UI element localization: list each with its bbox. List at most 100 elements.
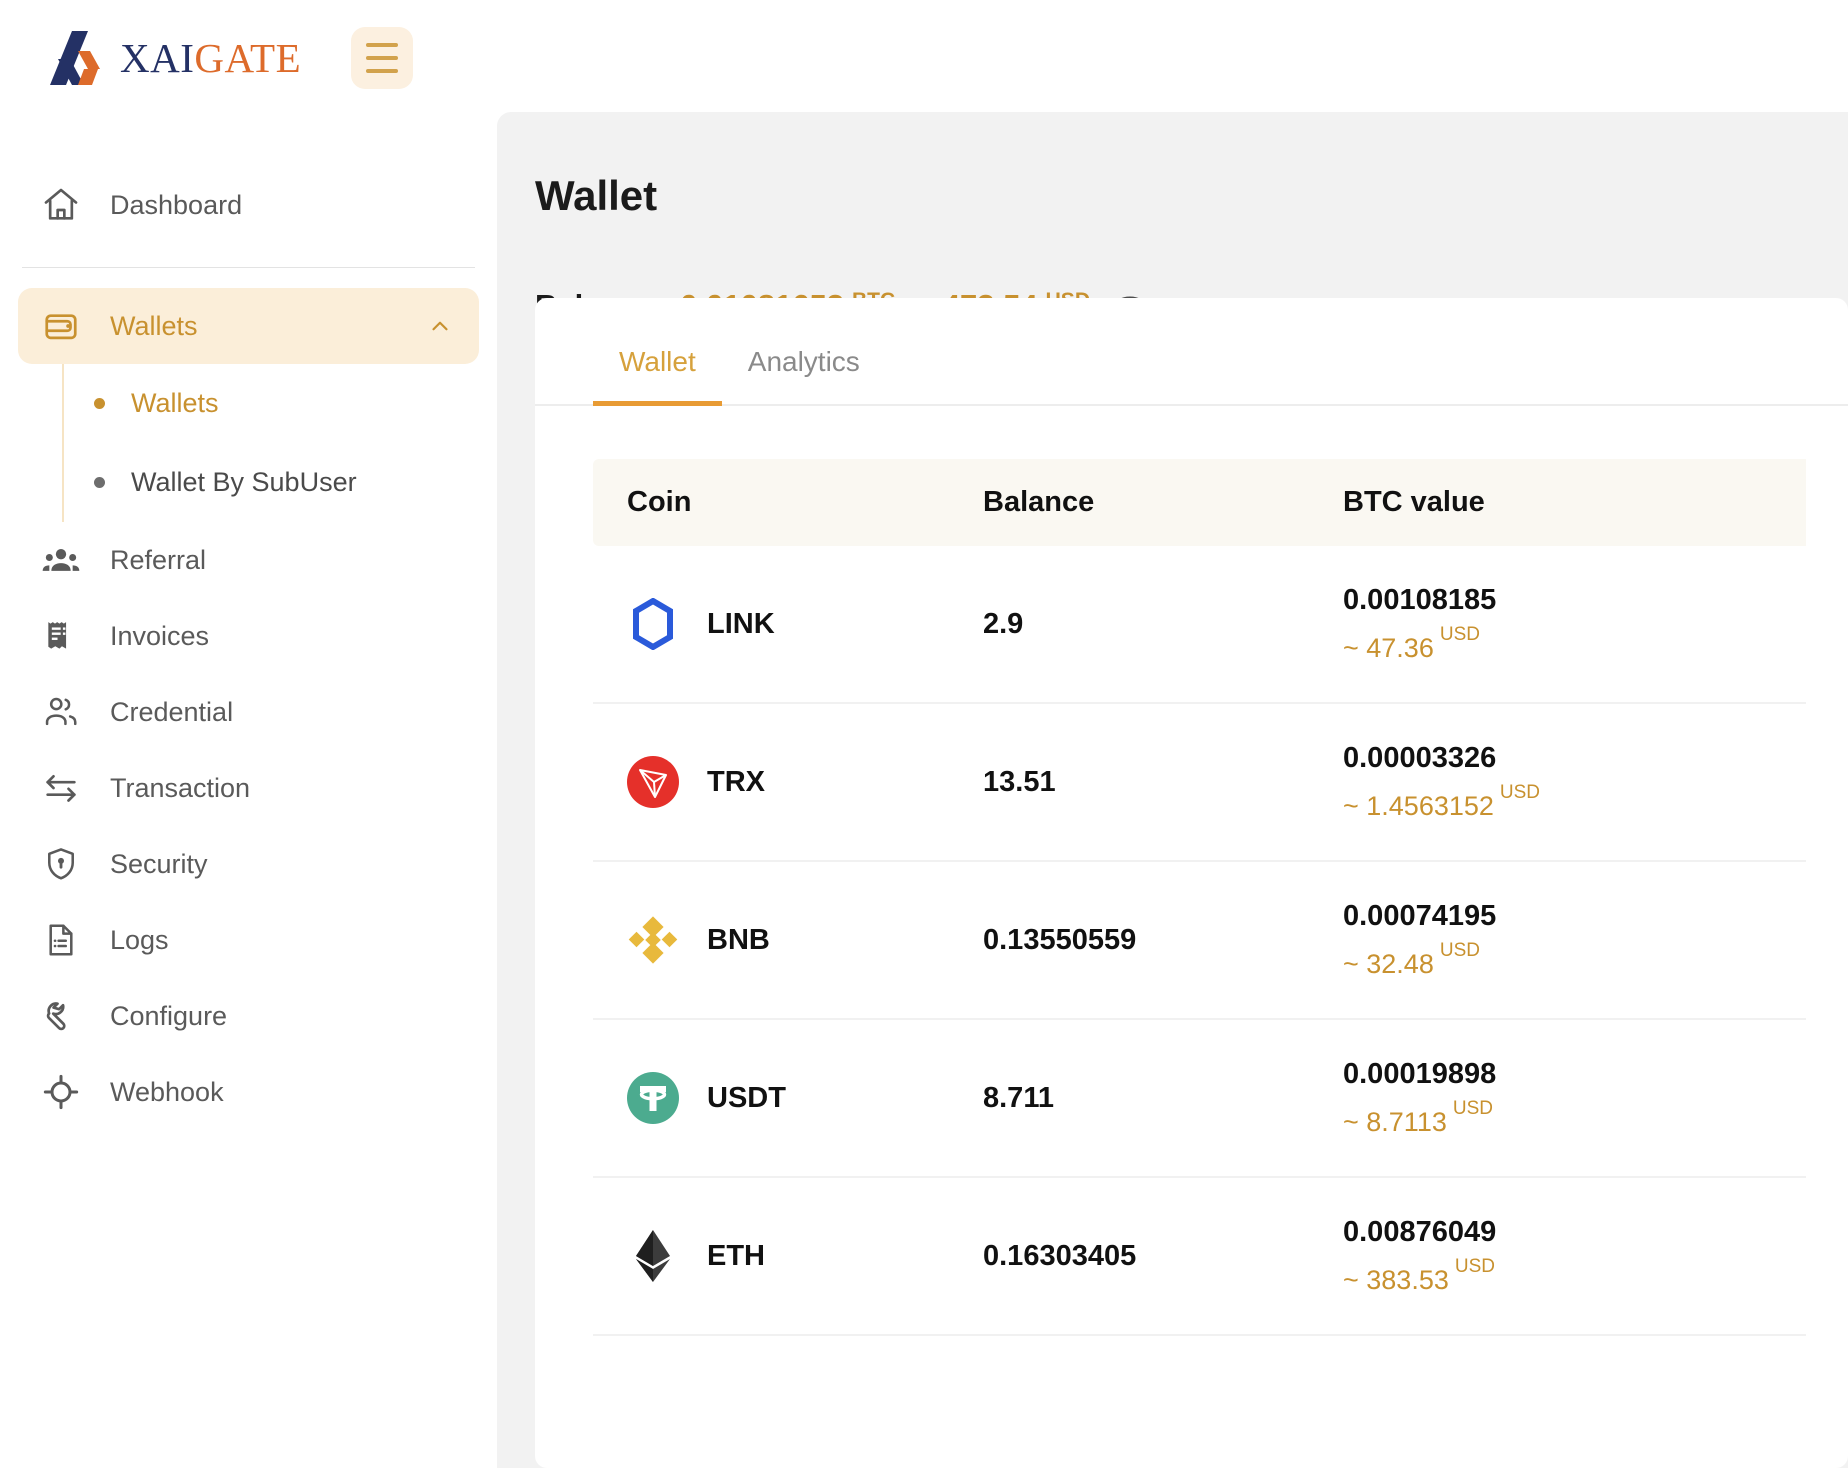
sidebar-item-label: Transaction <box>110 772 251 803</box>
column-header-coin: Coin <box>593 459 983 546</box>
coin-btc-value: 0.00876049 <box>1343 1216 1497 1248</box>
sidebar-subitem-label: Wallet By SubUser <box>131 467 357 497</box>
brand-name: XAIGATE <box>120 34 301 82</box>
coin-usd-unit: USD <box>1454 1256 1495 1277</box>
home-icon <box>40 184 82 226</box>
users-outline-icon <box>40 691 82 733</box>
coin-usd-unit: USD <box>1499 782 1541 803</box>
sidebar-item-dashboard[interactable]: Dashboard <box>18 167 479 243</box>
sidebar-item-label: Dashboard <box>110 189 243 220</box>
coin-btc-value: 0.00019898 <box>1343 1058 1497 1090</box>
coin-cell: BNB <box>593 914 983 966</box>
table-head: Coin Balance BTC value <box>593 459 1806 546</box>
sidebar-item-webhook[interactable]: Webhook <box>18 1054 479 1130</box>
bullet-icon <box>94 398 105 409</box>
sidebar-nav: Dashboard Wallets Wallets Wallet By SubU… <box>0 167 497 1130</box>
tab-analytics[interactable]: Analytics <box>722 346 886 404</box>
document-lines-icon <box>40 919 82 961</box>
wallet-card: Wallet Analytics Coin Balance BTC value <box>535 298 1848 1468</box>
column-header-balance: Balance <box>983 459 1343 546</box>
coin-usd-value: ~ 8.7113 USD <box>1343 1098 1806 1138</box>
coin-balance: 0.16303405 <box>983 1239 1137 1272</box>
chevron-up-icon[interactable] <box>427 313 453 339</box>
brand-logo[interactable]: XAIGATE <box>48 29 301 87</box>
hamburger-menu-icon[interactable] <box>351 26 414 89</box>
sidebar-item-label: Credential <box>110 696 234 727</box>
coin-btc-value: 0.00003326 <box>1343 742 1497 774</box>
app-root: XAIGATE Dashboard Wallets Wallets Wallet… <box>0 0 1848 1468</box>
sidebar-item-label: Webhook <box>110 1076 224 1107</box>
bullet-icon <box>94 477 105 488</box>
receipt-icon <box>40 615 82 657</box>
bnb-coin-icon <box>627 914 679 966</box>
column-header-btc-value: BTC value <box>1343 459 1806 546</box>
table-row[interactable]: TRX 13.51 0.00003326 ~ 1.4563152 USD <box>593 703 1806 862</box>
coin-usd-unit: USD <box>1452 1098 1493 1119</box>
coin-usd-unit: USD <box>1439 624 1480 645</box>
trx-coin-icon <box>627 756 679 808</box>
wallet-icon <box>40 305 82 347</box>
sidebar-item-label: Security <box>110 848 208 879</box>
table-row[interactable]: ETH 0.16303405 0.00876049 ~ 383.53 USD <box>593 1177 1806 1336</box>
coin-symbol: USDT <box>707 1081 786 1114</box>
sidebar-item-referral[interactable]: Referral <box>18 522 479 598</box>
sidebar-item-invoices[interactable]: Invoices <box>18 598 479 674</box>
sidebar-item-label: Invoices <box>110 620 210 651</box>
coin-symbol: TRX <box>707 765 765 798</box>
coin-balance: 13.51 <box>983 765 1056 798</box>
table-row[interactable]: USDT 8.711 0.00019898 ~ 8.7113 USD <box>593 1019 1806 1178</box>
table-body: LINK 2.9 0.00108185 ~ 47.36 USD TRX 13.5… <box>593 546 1806 1336</box>
sidebar-item-logs[interactable]: Logs <box>18 902 479 978</box>
coin-symbol: LINK <box>707 607 775 640</box>
people-icon <box>40 539 82 581</box>
sidebar-subitem-wallets[interactable]: Wallets <box>64 364 479 443</box>
coin-usd-amount: ~ 32.48 <box>1343 949 1434 979</box>
sidebar-item-label: Logs <box>110 924 169 955</box>
table-row[interactable]: LINK 2.9 0.00108185 ~ 47.36 USD <box>593 546 1806 704</box>
brand-name-gate: GATE <box>194 34 302 81</box>
sidebar-item-security[interactable]: Security <box>18 826 479 902</box>
wallet-tabs: Wallet Analytics <box>535 298 1848 406</box>
sidebar-item-configure[interactable]: Configure <box>18 978 479 1054</box>
sidebar-item-transaction[interactable]: Transaction <box>18 750 479 826</box>
coin-cell: LINK <box>593 598 983 650</box>
coin-cell: TRX <box>593 756 983 808</box>
sidebar-item-label: Configure <box>110 1000 228 1031</box>
coin-usd-value: ~ 47.36 USD <box>1343 624 1806 664</box>
crosshair-icon <box>40 1071 82 1113</box>
table-header-row: Coin Balance BTC value <box>593 459 1806 546</box>
brand-row: XAIGATE <box>0 0 497 115</box>
coin-symbol: BNB <box>707 923 770 956</box>
coin-usd-value: ~ 383.53 USD <box>1343 1256 1806 1296</box>
transfer-arrows-icon <box>40 767 82 809</box>
sidebar-item-label: Referral <box>110 544 207 575</box>
coin-symbol: ETH <box>707 1239 765 1272</box>
table-row[interactable]: BNB 0.13550559 0.00074195 ~ 32.48 USD <box>593 861 1806 1020</box>
sidebar-item-credential[interactable]: Credential <box>18 674 479 750</box>
sidebar-subnav-wallets: Wallets Wallet By SubUser <box>62 364 479 522</box>
brand-name-xai: XAI <box>120 34 195 81</box>
wallet-table: Coin Balance BTC value LINK 2.9 0.001081… <box>593 459 1806 1336</box>
xaigate-logo-icon <box>50 30 100 85</box>
sidebar: XAIGATE Dashboard Wallets Wallets Wallet… <box>0 0 497 1468</box>
coin-balance: 8.711 <box>983 1081 1054 1114</box>
coin-balance: 2.9 <box>983 607 1024 640</box>
coin-cell: USDT <box>593 1072 983 1124</box>
usdt-coin-icon <box>627 1072 679 1124</box>
sidebar-subitem-wallet-by-subuser[interactable]: Wallet By SubUser <box>64 443 479 522</box>
coin-usd-amount: ~ 383.53 <box>1343 1265 1449 1295</box>
wallet-panel: Wallet Balance: 0.01081653 BTC ≈ 473.54 … <box>497 112 1848 1468</box>
tab-wallet[interactable]: Wallet <box>593 346 722 406</box>
coin-usd-amount: ~ 1.4563152 <box>1343 791 1494 821</box>
link-coin-icon <box>627 598 679 650</box>
sidebar-subitem-label: Wallets <box>131 388 219 418</box>
sidebar-item-wallets[interactable]: Wallets <box>18 288 479 364</box>
sidebar-item-label: Wallets <box>110 310 198 341</box>
page-title: Wallet <box>535 172 658 219</box>
coin-cell: ETH <box>593 1230 983 1282</box>
hamburger-line <box>366 68 399 73</box>
sidebar-divider <box>22 267 475 268</box>
coin-usd-amount: ~ 47.36 <box>1343 633 1434 663</box>
coin-usd-unit: USD <box>1439 940 1480 961</box>
coin-usd-value: ~ 32.48 USD <box>1343 940 1806 980</box>
